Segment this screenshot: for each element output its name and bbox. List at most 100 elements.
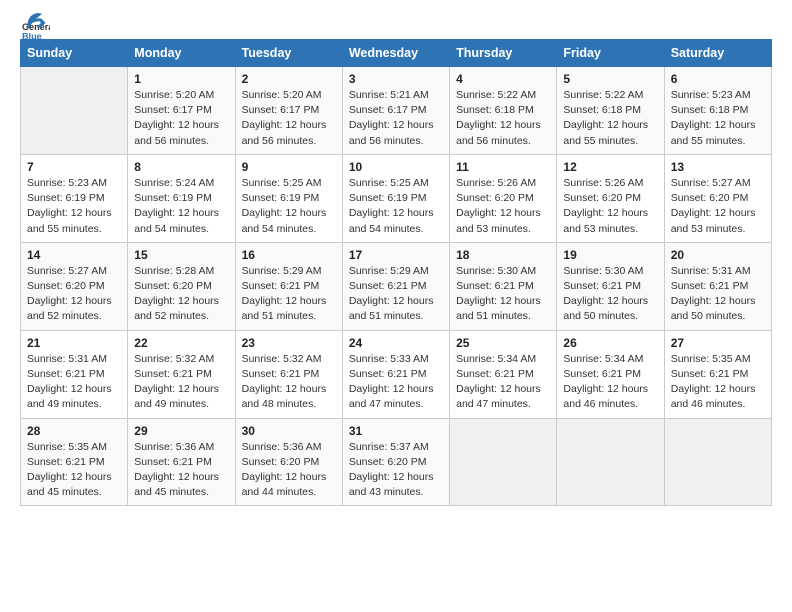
day-info: Sunrise: 5:20 AMSunset: 6:17 PMDaylight:… bbox=[134, 88, 228, 149]
day-number: 14 bbox=[27, 248, 121, 262]
day-info: Sunrise: 5:31 AMSunset: 6:21 PMDaylight:… bbox=[671, 264, 765, 325]
weekday-header-tuesday: Tuesday bbox=[235, 40, 342, 67]
logo: General Blue bbox=[20, 18, 50, 31]
day-info: Sunrise: 5:34 AMSunset: 6:21 PMDaylight:… bbox=[456, 352, 550, 413]
calendar-cell: 11 Sunrise: 5:26 AMSunset: 6:20 PMDayligh… bbox=[450, 154, 557, 242]
day-info: Sunrise: 5:23 AMSunset: 6:18 PMDaylight:… bbox=[671, 88, 765, 149]
calendar-week-row: 14 Sunrise: 5:27 AMSunset: 6:20 PMDayligh… bbox=[21, 242, 772, 330]
calendar-cell: 29Sunrise: 5:36 AMSunset: 6:21 PMDayligh… bbox=[128, 418, 235, 506]
day-info: Sunrise: 5:30 AMSunset: 6:21 PMDaylight:… bbox=[563, 264, 657, 325]
calendar-cell: 2 Sunrise: 5:20 AMSunset: 6:17 PMDaylight… bbox=[235, 67, 342, 155]
day-info: Sunrise: 5:24 AMSunset: 6:19 PMDaylight:… bbox=[134, 176, 228, 237]
calendar-cell: 16Sunrise: 5:29 AMSunset: 6:21 PMDayligh… bbox=[235, 242, 342, 330]
calendar-cell: 31 Sunrise: 5:37 AMSunset: 6:20 PMDayligh… bbox=[342, 418, 449, 506]
calendar-cell: 12 Sunrise: 5:26 AMSunset: 6:20 PMDayligh… bbox=[557, 154, 664, 242]
day-number: 6 bbox=[671, 72, 765, 86]
calendar-cell: 23 Sunrise: 5:32 AMSunset: 6:21 PMDayligh… bbox=[235, 330, 342, 418]
calendar-cell bbox=[21, 67, 128, 155]
day-info: Sunrise: 5:37 AMSunset: 6:20 PMDaylight:… bbox=[349, 440, 443, 501]
calendar-cell: 22 Sunrise: 5:32 AMSunset: 6:21 PMDayligh… bbox=[128, 330, 235, 418]
day-number: 1 bbox=[134, 72, 228, 86]
day-info: Sunrise: 5:26 AMSunset: 6:20 PMDaylight:… bbox=[563, 176, 657, 237]
day-info: Sunrise: 5:20 AMSunset: 6:17 PMDaylight:… bbox=[242, 88, 336, 149]
day-info: Sunrise: 5:30 AMSunset: 6:21 PMDaylight:… bbox=[456, 264, 550, 325]
calendar-cell: 19 Sunrise: 5:30 AMSunset: 6:21 PMDayligh… bbox=[557, 242, 664, 330]
calendar-cell: 15Sunrise: 5:28 AMSunset: 6:20 PMDayligh… bbox=[128, 242, 235, 330]
day-number: 4 bbox=[456, 72, 550, 86]
day-number: 26 bbox=[563, 336, 657, 350]
day-info: Sunrise: 5:35 AMSunset: 6:21 PMDaylight:… bbox=[671, 352, 765, 413]
day-number: 23 bbox=[242, 336, 336, 350]
day-info: Sunrise: 5:22 AMSunset: 6:18 PMDaylight:… bbox=[563, 88, 657, 149]
calendar-cell: 7 Sunrise: 5:23 AMSunset: 6:19 PMDaylight… bbox=[21, 154, 128, 242]
day-number: 18 bbox=[456, 248, 550, 262]
calendar-week-row: 1 Sunrise: 5:20 AMSunset: 6:17 PMDaylight… bbox=[21, 67, 772, 155]
weekday-header-thursday: Thursday bbox=[450, 40, 557, 67]
calendar-header-row: SundayMondayTuesdayWednesdayThursdayFrid… bbox=[21, 40, 772, 67]
day-number: 17 bbox=[349, 248, 443, 262]
day-info: Sunrise: 5:27 AMSunset: 6:20 PMDaylight:… bbox=[671, 176, 765, 237]
day-number: 22 bbox=[134, 336, 228, 350]
calendar-cell: 1 Sunrise: 5:20 AMSunset: 6:17 PMDaylight… bbox=[128, 67, 235, 155]
day-number: 9 bbox=[242, 160, 336, 174]
day-info: Sunrise: 5:32 AMSunset: 6:21 PMDaylight:… bbox=[134, 352, 228, 413]
calendar-cell: 28 Sunrise: 5:35 AMSunset: 6:21 PMDayligh… bbox=[21, 418, 128, 506]
day-info: Sunrise: 5:32 AMSunset: 6:21 PMDaylight:… bbox=[242, 352, 336, 413]
day-number: 5 bbox=[563, 72, 657, 86]
weekday-header-wednesday: Wednesday bbox=[342, 40, 449, 67]
day-number: 12 bbox=[563, 160, 657, 174]
day-info: Sunrise: 5:29 AMSunset: 6:21 PMDaylight:… bbox=[349, 264, 443, 325]
weekday-header-friday: Friday bbox=[557, 40, 664, 67]
day-number: 30 bbox=[242, 424, 336, 438]
calendar-cell: 6 Sunrise: 5:23 AMSunset: 6:18 PMDaylight… bbox=[664, 67, 771, 155]
calendar-cell: 18 Sunrise: 5:30 AMSunset: 6:21 PMDayligh… bbox=[450, 242, 557, 330]
day-number: 27 bbox=[671, 336, 765, 350]
calendar-cell: 3Sunrise: 5:21 AMSunset: 6:17 PMDaylight… bbox=[342, 67, 449, 155]
calendar-cell: 10 Sunrise: 5:25 AMSunset: 6:19 PMDayligh… bbox=[342, 154, 449, 242]
day-info: Sunrise: 5:35 AMSunset: 6:21 PMDaylight:… bbox=[27, 440, 121, 501]
calendar-cell: 30 Sunrise: 5:36 AMSunset: 6:20 PMDayligh… bbox=[235, 418, 342, 506]
calendar-cell bbox=[450, 418, 557, 506]
day-info: Sunrise: 5:26 AMSunset: 6:20 PMDaylight:… bbox=[456, 176, 550, 237]
day-info: Sunrise: 5:31 AMSunset: 6:21 PMDaylight:… bbox=[27, 352, 121, 413]
calendar-cell: 21 Sunrise: 5:31 AMSunset: 6:21 PMDayligh… bbox=[21, 330, 128, 418]
header: General Blue bbox=[20, 18, 772, 31]
day-info: Sunrise: 5:25 AMSunset: 6:19 PMDaylight:… bbox=[349, 176, 443, 237]
day-number: 25 bbox=[456, 336, 550, 350]
day-number: 7 bbox=[27, 160, 121, 174]
calendar-cell: 20 Sunrise: 5:31 AMSunset: 6:21 PMDayligh… bbox=[664, 242, 771, 330]
weekday-header-monday: Monday bbox=[128, 40, 235, 67]
calendar-cell: 9Sunrise: 5:25 AMSunset: 6:19 PMDaylight… bbox=[235, 154, 342, 242]
calendar-cell: 27 Sunrise: 5:35 AMSunset: 6:21 PMDayligh… bbox=[664, 330, 771, 418]
day-number: 24 bbox=[349, 336, 443, 350]
day-number: 19 bbox=[563, 248, 657, 262]
svg-text:Blue: Blue bbox=[22, 32, 42, 42]
day-number: 3 bbox=[349, 72, 443, 86]
logo-bird-icon bbox=[22, 9, 44, 31]
day-info: Sunrise: 5:36 AMSunset: 6:20 PMDaylight:… bbox=[242, 440, 336, 501]
day-number: 31 bbox=[349, 424, 443, 438]
day-number: 20 bbox=[671, 248, 765, 262]
calendar-cell bbox=[664, 418, 771, 506]
day-number: 28 bbox=[27, 424, 121, 438]
calendar-week-row: 28 Sunrise: 5:35 AMSunset: 6:21 PMDayligh… bbox=[21, 418, 772, 506]
day-number: 10 bbox=[349, 160, 443, 174]
calendar-cell bbox=[557, 418, 664, 506]
calendar-week-row: 21 Sunrise: 5:31 AMSunset: 6:21 PMDayligh… bbox=[21, 330, 772, 418]
calendar-cell: 24Sunrise: 5:33 AMSunset: 6:21 PMDayligh… bbox=[342, 330, 449, 418]
calendar-cell: 14 Sunrise: 5:27 AMSunset: 6:20 PMDayligh… bbox=[21, 242, 128, 330]
day-info: Sunrise: 5:29 AMSunset: 6:21 PMDaylight:… bbox=[242, 264, 336, 325]
day-info: Sunrise: 5:27 AMSunset: 6:20 PMDaylight:… bbox=[27, 264, 121, 325]
day-number: 11 bbox=[456, 160, 550, 174]
day-info: Sunrise: 5:23 AMSunset: 6:19 PMDaylight:… bbox=[27, 176, 121, 237]
day-info: Sunrise: 5:28 AMSunset: 6:20 PMDaylight:… bbox=[134, 264, 228, 325]
day-number: 8 bbox=[134, 160, 228, 174]
calendar-cell: 25 Sunrise: 5:34 AMSunset: 6:21 PMDayligh… bbox=[450, 330, 557, 418]
day-number: 13 bbox=[671, 160, 765, 174]
page: General Blue bbox=[0, 0, 792, 612]
calendar-week-row: 7 Sunrise: 5:23 AMSunset: 6:19 PMDaylight… bbox=[21, 154, 772, 242]
day-number: 21 bbox=[27, 336, 121, 350]
day-number: 2 bbox=[242, 72, 336, 86]
calendar-cell: 13 Sunrise: 5:27 AMSunset: 6:20 PMDayligh… bbox=[664, 154, 771, 242]
calendar-table: SundayMondayTuesdayWednesdayThursdayFrid… bbox=[20, 39, 772, 506]
